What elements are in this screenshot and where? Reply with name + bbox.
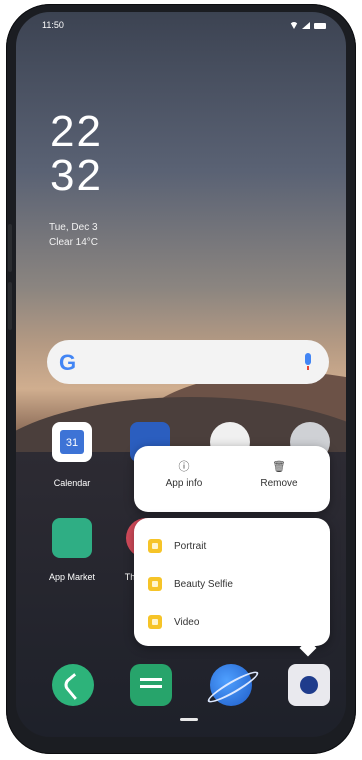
signal-icon <box>302 22 310 29</box>
status-icons <box>290 22 326 29</box>
home-screen: 11:50 22 32 Tue, Dec 3 Clear 14°C G 31 C… <box>16 12 346 737</box>
shortcut-label: Portrait <box>174 540 207 552</box>
app-info-button[interactable]: ⓘ App info <box>149 460 219 489</box>
google-icon: G <box>59 350 77 375</box>
shortcut-video[interactable]: Video <box>148 612 199 632</box>
app-context-menu: ⓘ App info 🗑 Remove <box>134 446 330 512</box>
camera-icon[interactable] <box>288 664 330 706</box>
status-bar: 11:50 <box>42 20 326 34</box>
browser-icon[interactable] <box>204 664 262 707</box>
battery-icon <box>314 22 326 29</box>
trash-icon: 🗑 <box>272 461 286 473</box>
calendar-label: Calendar <box>53 478 91 488</box>
camera-shortcut-icon <box>148 615 162 629</box>
app-info-label: App info <box>165 478 203 489</box>
phone-handset-glyph <box>61 672 88 701</box>
clock-hour: 22 <box>50 107 103 156</box>
camera-lens-glyph <box>300 676 318 694</box>
clock-minute: 32 <box>50 151 103 200</box>
google-search-bar[interactable]: G <box>47 340 329 384</box>
message-lines-glyph <box>140 678 162 681</box>
messages-icon[interactable] <box>130 664 172 706</box>
info-icon: ⓘ <box>178 461 190 473</box>
camera-shortcut-icon <box>148 577 162 591</box>
app-shortcuts-menu: Portrait Beauty Selfie Video <box>134 518 330 646</box>
camera-shortcut-icon <box>148 539 162 553</box>
weather-text: Clear 14°C <box>49 237 99 248</box>
home-indicator[interactable] <box>180 718 198 721</box>
app-market-icon[interactable] <box>52 518 92 558</box>
shortcut-label: Video <box>174 616 200 628</box>
phone-icon[interactable] <box>52 664 94 706</box>
power-button <box>8 282 12 330</box>
wifi-icon <box>290 22 298 29</box>
clock-widget[interactable]: 22 32 <box>50 110 103 198</box>
shortcut-portrait[interactable]: Portrait <box>148 536 206 556</box>
date-text: Tue, Dec 3 <box>49 222 98 233</box>
remove-label: Remove <box>260 478 298 489</box>
shortcut-beauty-selfie[interactable]: Beauty Selfie <box>148 574 233 594</box>
volume-button <box>8 224 12 272</box>
calendar-app-icon[interactable]: 31 <box>52 422 92 462</box>
mic-icon[interactable] <box>305 353 311 370</box>
shortcut-label: Beauty Selfie <box>174 578 233 590</box>
status-time: 11:50 <box>42 20 64 30</box>
remove-button[interactable]: 🗑 Remove <box>244 460 314 489</box>
calendar-icon: 31 <box>60 430 84 454</box>
date-weather[interactable]: Tue, Dec 3 Clear 14°C <box>49 220 98 250</box>
